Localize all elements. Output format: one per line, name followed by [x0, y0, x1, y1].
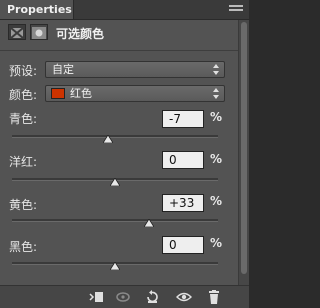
dropdown-arrows-icon — [213, 64, 219, 75]
cyan-label: 青色: — [9, 112, 38, 126]
color-swatch — [51, 88, 65, 99]
cyan-unit: % — [210, 110, 223, 124]
black-input[interactable]: 0 — [162, 236, 204, 254]
yellow-input[interactable]: +33 — [162, 194, 204, 212]
magenta-input[interactable]: 0 — [162, 151, 204, 169]
colors-value: 红色 — [70, 87, 92, 100]
adjustment-title: 可选颜色 — [56, 27, 105, 41]
yellow-slider-thumb[interactable] — [143, 219, 154, 227]
black-slider-thumb[interactable] — [110, 262, 120, 270]
cyan-slider-thumb[interactable] — [102, 135, 113, 143]
magenta-unit: % — [210, 152, 223, 166]
dropdown-arrows-icon — [213, 88, 219, 99]
selective-color-icon[interactable] — [8, 24, 26, 40]
black-unit: % — [210, 236, 223, 250]
clip-to-layer-icon[interactable] — [88, 290, 104, 304]
cyan-input[interactable]: -7 — [162, 110, 204, 128]
preset-label: 预设: — [9, 64, 38, 78]
scrollbar-thumb[interactable] — [241, 22, 247, 274]
yellow-unit: % — [210, 194, 223, 208]
mask-icon[interactable] — [30, 24, 48, 40]
scrollbar[interactable] — [238, 20, 249, 285]
panel-footer — [0, 285, 249, 308]
properties-panel: Properties 可选颜色 预设: 自定 颜色: 红色 青色: -7 % 洋… — [0, 0, 249, 308]
panel-menu-icon[interactable] — [229, 3, 243, 15]
yellow-label: 黄色: — [9, 198, 38, 212]
preset-dropdown[interactable]: 自定 — [45, 61, 225, 78]
magenta-slider-thumb[interactable] — [110, 178, 120, 186]
cyan-slider-track[interactable] — [12, 135, 218, 138]
black-label: 黑色: — [9, 240, 38, 254]
colors-dropdown[interactable]: 红色 — [45, 85, 225, 102]
yellow-slider-track[interactable] — [12, 219, 218, 222]
divider — [0, 50, 238, 51]
panel-tab-bar: Properties — [0, 0, 249, 20]
magenta-label: 洋红: — [9, 155, 38, 169]
tab-properties[interactable]: Properties — [0, 0, 74, 19]
trash-icon[interactable] — [206, 290, 222, 304]
reset-icon[interactable] — [144, 290, 160, 304]
preset-value: 自定 — [52, 63, 74, 76]
visibility-eye-icon[interactable] — [176, 290, 192, 304]
colors-label: 颜色: — [9, 88, 38, 102]
view-previous-icon[interactable] — [115, 290, 131, 304]
